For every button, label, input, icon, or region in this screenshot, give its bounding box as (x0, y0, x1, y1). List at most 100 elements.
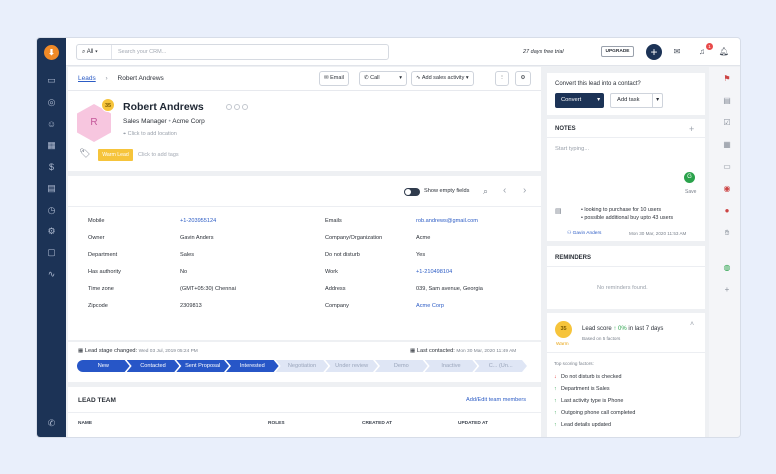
stage-inactive[interactable]: Inactive (425, 360, 478, 372)
column-header-created[interactable]: CREATED AT (362, 421, 392, 426)
dashboard-icon[interactable]: ▭ (44, 73, 59, 87)
search-icon[interactable]: ⌕ (483, 186, 488, 197)
team-divider (68, 412, 541, 413)
upgrade-button[interactable]: UPGRADE (601, 46, 634, 57)
add-note-icon[interactable]: + (689, 124, 694, 134)
deals-icon[interactable]: $ (44, 160, 59, 174)
app-logo-icon[interactable]: ⬇ (44, 45, 59, 60)
social-profile-icons[interactable] (226, 104, 250, 112)
warm-lead-tag[interactable]: Warm Lead (98, 149, 133, 161)
lead-company[interactable]: Acme Corp (172, 118, 205, 125)
add-edit-team-link[interactable]: Add/Edit team members (466, 397, 526, 403)
grammar-icon[interactable]: G (684, 172, 695, 183)
email-button[interactable]: ✉ Email (319, 71, 349, 86)
circle-icon[interactable] (234, 104, 240, 110)
lead-details-card: Show empty fields ⌕ ‹ › Mobile +1-203955… (68, 176, 541, 340)
stage-new[interactable]: New (77, 360, 130, 372)
lead-score-badge: 35 (101, 98, 115, 112)
lead-score-heading: Lead score ↑ 0% in last 7 days (582, 326, 663, 332)
email-value[interactable]: rob.andrews@gmail.com (416, 218, 478, 224)
save-note-button[interactable]: Save (685, 189, 696, 195)
field-label: Company/Organization (325, 235, 383, 241)
global-search[interactable]: ⌕ All ▾ Search your CRM... (76, 44, 389, 60)
leads-icon[interactable]: ☺ (44, 117, 59, 131)
convert-label: Convert (561, 97, 582, 103)
record-icon[interactable]: ◉ (720, 183, 734, 195)
more-options-icon[interactable]: ⋮ (495, 71, 509, 86)
call-button-label: Call (370, 75, 380, 81)
call-button[interactable]: ✆ Call ▾ (359, 71, 407, 86)
calendar-icon[interactable]: ▦ (720, 139, 734, 151)
factor-item: ↓ Do not disturb is checked (554, 374, 622, 380)
convert-button[interactable]: Convert ▾ (555, 93, 604, 108)
last-contacted-row: ▦ Last contacted: Mon 30 Mar, 2020 11:49… (410, 348, 516, 354)
show-empty-fields-label: Show empty fields (424, 188, 470, 194)
accounts-icon[interactable]: ▦ (44, 138, 59, 152)
add-tags-field[interactable]: Click to add tags (138, 152, 179, 158)
column-header-roles[interactable]: ROLES (268, 421, 285, 426)
nav-rail: ⬇ ▭ ◎ ☺ ▦ $ ▤ ◷ ⚙ ▢ ∿ ✆ (37, 38, 66, 437)
quick-add-icon[interactable]: + (646, 44, 662, 60)
breadcrumb: Leads › Robert Andrews (78, 75, 164, 82)
stage-negotiation[interactable]: Negotiation (276, 360, 329, 372)
score-change: 0% (618, 326, 627, 332)
column-header-updated[interactable]: UPDATED AT (458, 421, 488, 426)
column-header-name[interactable]: NAME (78, 421, 92, 426)
show-empty-fields-toggle[interactable] (404, 188, 420, 196)
contacts-icon[interactable]: ◎ (44, 95, 59, 109)
location-pin-icon[interactable]: ● (720, 205, 734, 217)
add-task-button[interactable]: Add task ▾ (610, 93, 663, 108)
department-value: Sales (180, 252, 194, 258)
stage-contacted[interactable]: Contacted (127, 360, 180, 372)
flag-icon[interactable]: ⚑ (720, 73, 734, 85)
settings-icon[interactable]: ⚙ (44, 224, 59, 238)
stage-sent-proposal[interactable]: Sent Proposal (176, 360, 229, 372)
last-contacted-date: Mon 30 Mar, 2020 11:49 AM (456, 349, 517, 354)
work-phone-value[interactable]: +1-210498104 (416, 269, 452, 275)
stage-demo[interactable]: Demo (375, 360, 428, 372)
chevron-right-icon[interactable]: › (523, 185, 526, 196)
bell-icon[interactable]: 🔔︎ (718, 46, 730, 58)
hand-icon[interactable]: ✋︎ (720, 227, 734, 239)
arrow-up-icon: ↑ (613, 326, 617, 332)
location-field[interactable]: ⌖ Click to add location (123, 131, 177, 138)
search-input[interactable]: Search your CRM... (118, 45, 166, 59)
activities-icon[interactable]: ◷ (44, 203, 59, 217)
add-sales-activity-button[interactable]: ∿ Add sales activity ▾ (411, 71, 474, 86)
add-app-icon[interactable]: + (720, 284, 734, 296)
address-value: 039, Sam avenue, Georgia (416, 286, 483, 292)
field-label: Company (325, 303, 349, 309)
lead-title: Sales Manager (123, 118, 167, 125)
notes-divider (547, 137, 705, 138)
note-author[interactable]: ⚇ Gavin Anders (567, 231, 601, 236)
collapse-icon[interactable]: ˄ (690, 321, 694, 328)
stage-c-un[interactable]: C... (Un... (474, 360, 527, 372)
stage-interested[interactable]: Interested (226, 360, 279, 372)
circle-icon[interactable] (242, 104, 248, 110)
mobile-value[interactable]: +1-203955124 (180, 218, 216, 224)
mail-icon[interactable]: ✉ (671, 46, 683, 58)
grammar-app-icon[interactable]: ◍ (720, 262, 734, 274)
document-icon[interactable]: ▤ (720, 95, 734, 107)
phone-icon[interactable]: ✆ (44, 416, 59, 430)
search-scope-select[interactable]: ⌕ All ▾ (77, 45, 112, 59)
products-icon[interactable]: ▢ (44, 245, 59, 259)
stage-under-review[interactable]: Under review (325, 360, 378, 372)
trial-text: 27 days free trial (523, 49, 564, 55)
settings-icon[interactable]: ⚙ (515, 71, 531, 86)
field-label: Owner (88, 235, 105, 241)
score-divider (547, 352, 705, 353)
analytics-icon[interactable]: ∿ (44, 267, 59, 281)
factor-item: ↑ Department is Sales (554, 386, 610, 392)
company-value[interactable]: Acme Corp (416, 303, 444, 309)
chevron-down-icon[interactable]: ▾ (399, 72, 402, 85)
breadcrumb-leads-link[interactable]: Leads (78, 75, 96, 82)
note-input[interactable]: Start typing... (555, 146, 589, 152)
checklist-icon[interactable]: ☑ (720, 117, 734, 129)
note-bullet-text: possible additional buy upto 43 users (584, 215, 674, 221)
folder-icon[interactable]: ▭ (720, 161, 734, 173)
conversations-icon[interactable]: ▤ (44, 181, 59, 195)
circle-icon[interactable] (226, 104, 232, 110)
factor-text: Department is Sales (561, 386, 610, 392)
chevron-left-icon[interactable]: ‹ (503, 185, 506, 196)
